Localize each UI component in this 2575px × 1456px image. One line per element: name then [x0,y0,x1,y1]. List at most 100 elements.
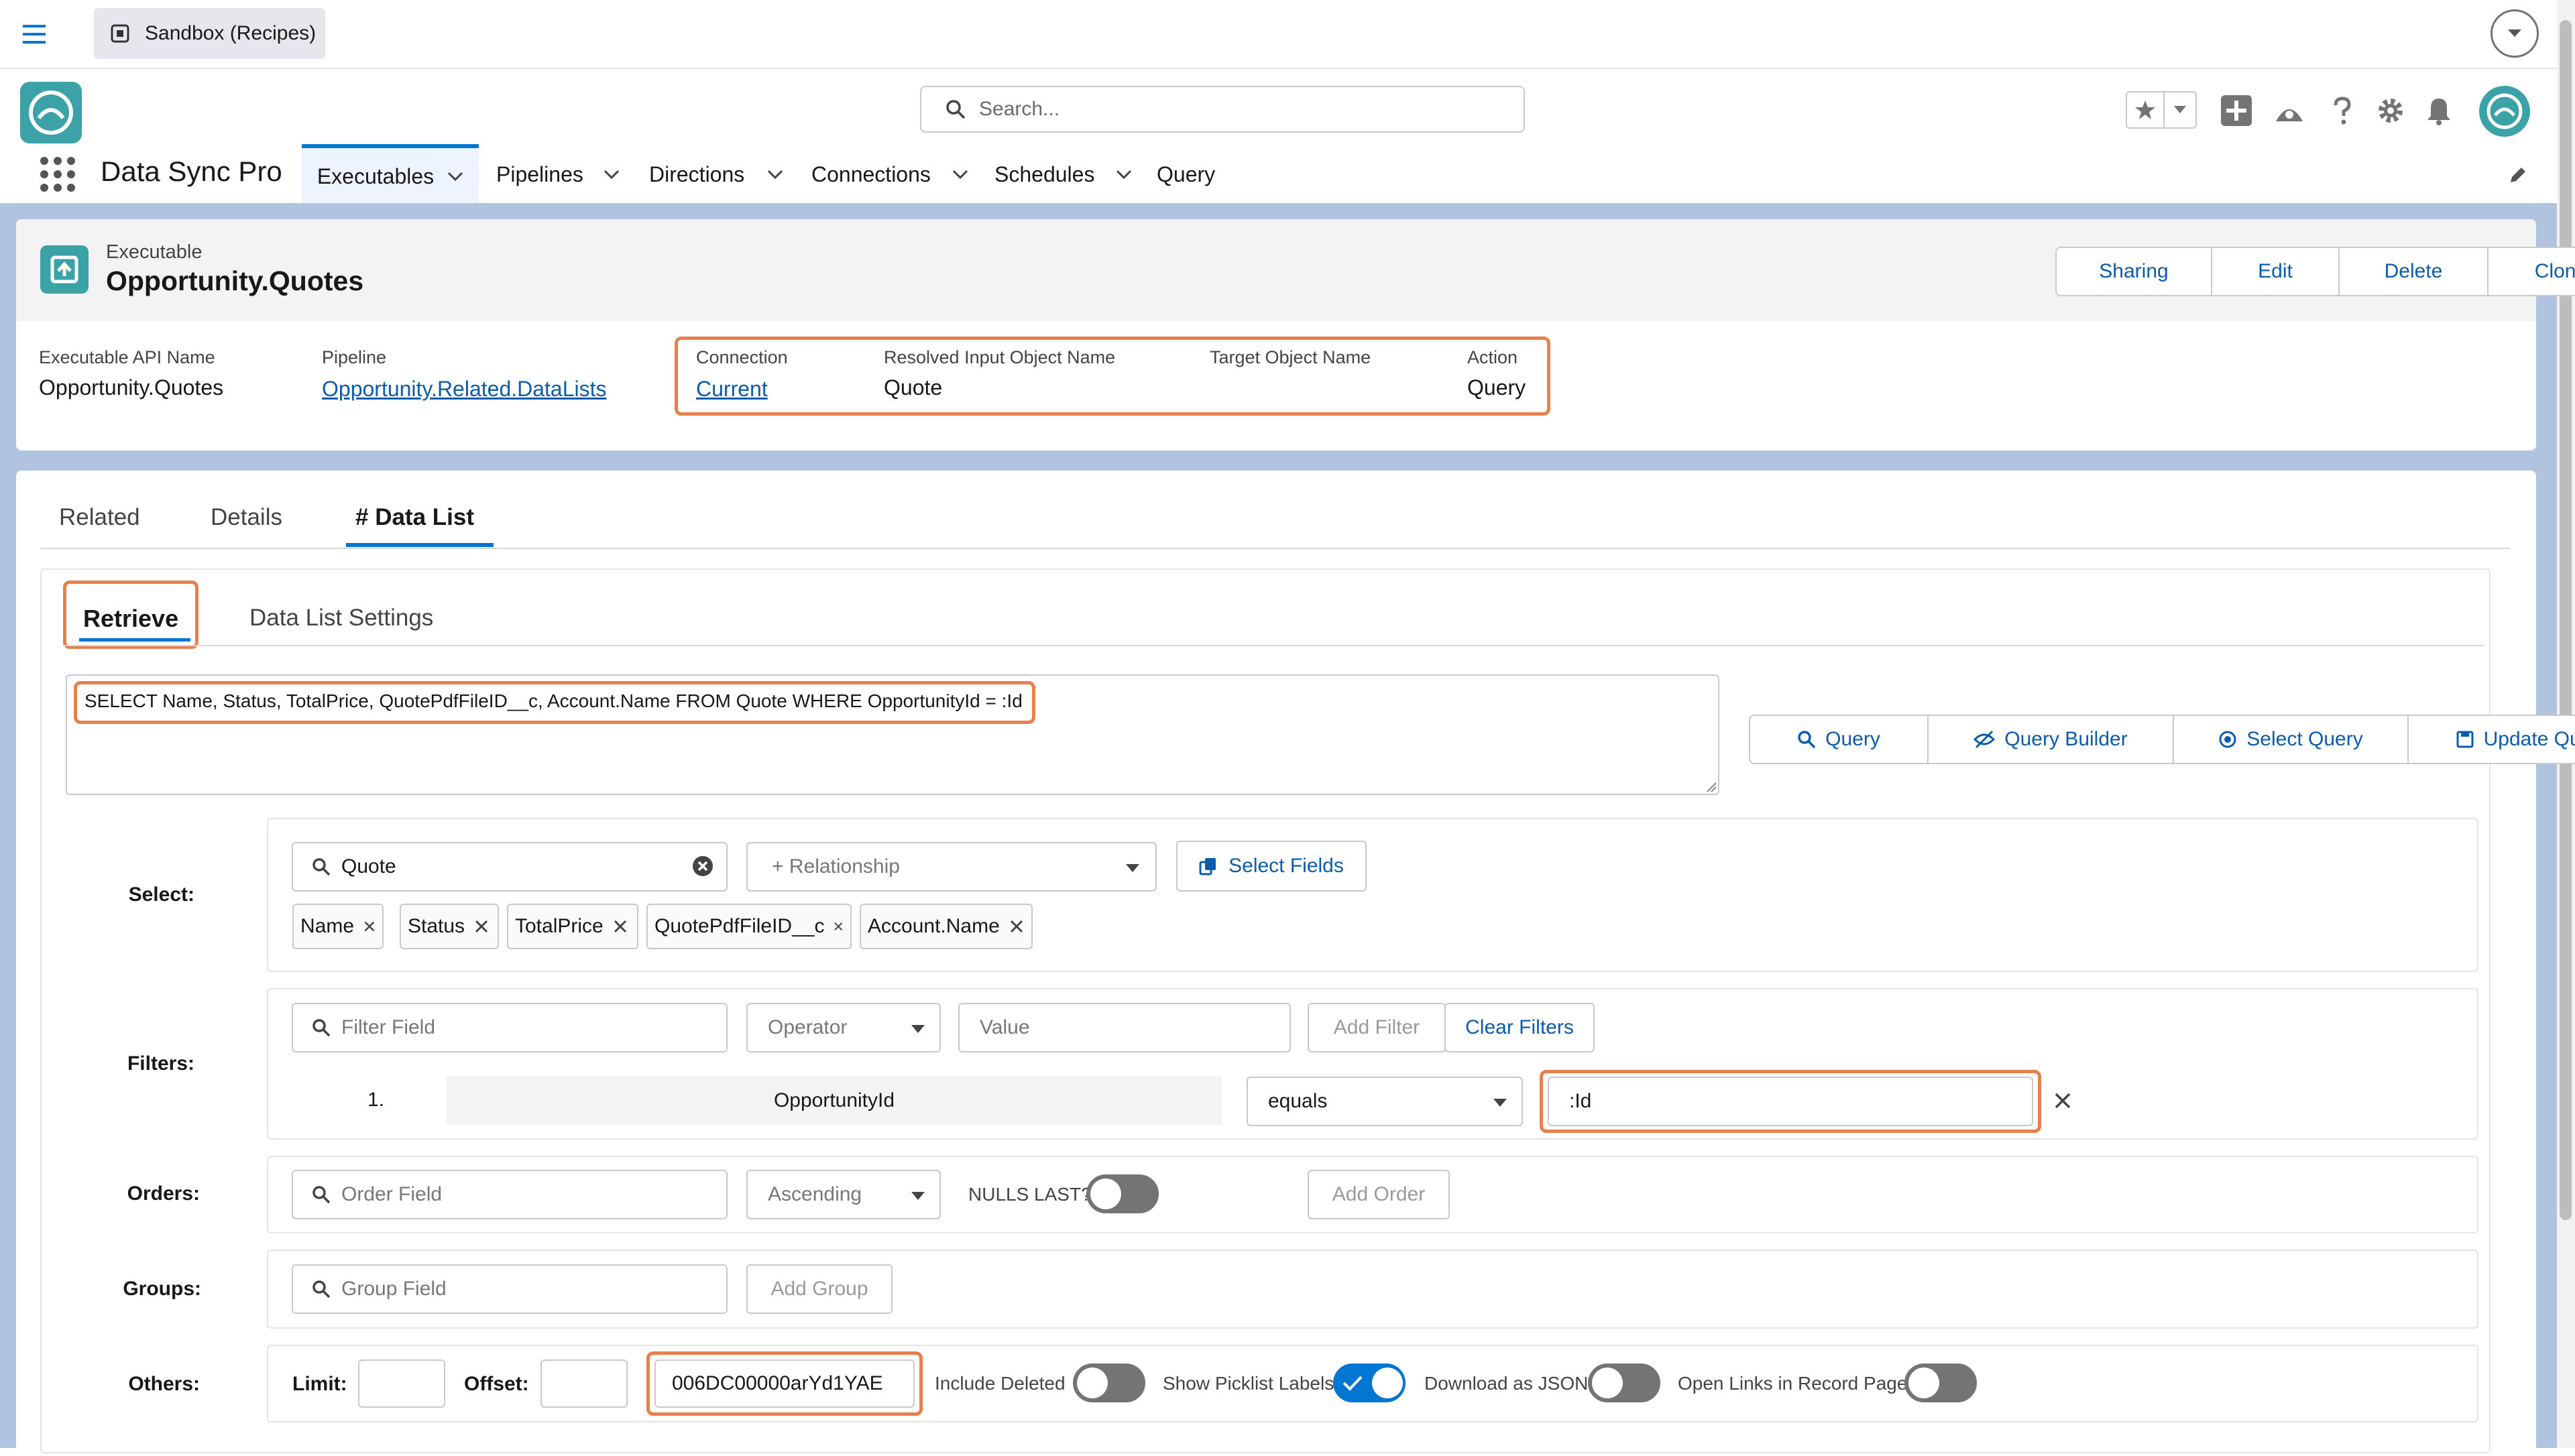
gear-icon[interactable] [2374,94,2407,127]
limit-label: Limit: [292,1373,347,1395]
field-label-api-name: Executable API Name [39,347,215,367]
filter-field-input[interactable]: Filter Field [292,1003,728,1052]
show-picklist-labels-toggle[interactable] [1333,1363,1406,1402]
order-direction-select[interactable]: Ascending [746,1170,941,1219]
chevron-down-icon[interactable] [767,170,783,179]
field-label-target-object: Target Object Name [1210,347,1371,367]
chevron-down-icon[interactable] [604,170,620,179]
tab-active-indicator [346,543,494,547]
field-value-resolved-input: Quote [884,375,943,400]
connection-link[interactable]: Current [696,377,768,402]
avatar[interactable] [2479,86,2530,137]
relationship-select[interactable]: + Relationship [746,842,1157,892]
nulls-last-toggle[interactable] [1086,1174,1159,1213]
remove-chip-icon[interactable] [1009,919,1024,934]
remove-chip-icon[interactable] [834,919,844,934]
select-fields-button[interactable]: Select Fields [1176,841,1367,892]
save-icon [2456,731,2474,748]
org-tab[interactable]: Sandbox (Recipes) [94,8,325,59]
clear-filters-button[interactable]: Clear Filters [1444,1003,1595,1052]
edit-nav-pencil-icon[interactable] [2507,164,2529,186]
query-text: SELECT Name, Status, TotalPrice, QuotePd… [84,690,1023,711]
query-builder-button[interactable]: Query Builder [1929,716,2174,763]
pipeline-link[interactable]: Opportunity.Related.DataLists [322,377,607,402]
field-value-action: Query [1467,375,1526,400]
search-icon [312,1019,331,1037]
limit-input[interactable] [358,1359,445,1408]
subtab-retrieve[interactable]: Retrieve [83,605,178,633]
filter-row-value-input[interactable]: :Id [1548,1077,2033,1126]
tab-data-list[interactable]: # Data List [355,504,474,531]
record-title: Opportunity.Quotes [106,265,364,296]
include-deleted-label: Include Deleted [935,1373,1066,1394]
object-search-input[interactable]: Quote [292,842,728,892]
query-button[interactable]: Query [1750,716,1929,763]
download-json-toggle[interactable] [1588,1363,1660,1402]
update-query-button[interactable]: Update Query [2409,716,2575,763]
nulls-last-label: NULLS LAST? [968,1184,1092,1205]
filter-value-input[interactable]: Value [958,1003,1291,1052]
chevron-down-icon[interactable] [1116,170,1132,179]
clone-button[interactable]: Clone [2488,248,2575,295]
trailhead-icon[interactable] [2272,94,2307,127]
open-links-toggle[interactable] [1904,1363,1977,1402]
record-id-input[interactable]: 006DC00000arYd1YAE [654,1359,915,1408]
nav-executables[interactable]: Executables [302,144,479,204]
textarea-resize-handle-icon[interactable] [1706,782,1717,792]
nav-directions[interactable]: Directions [649,144,783,204]
offset-input[interactable] [540,1359,628,1408]
hamburger-menu-icon[interactable] [19,19,50,50]
remove-chip-icon[interactable] [474,919,489,934]
app-logo-icon [20,82,82,143]
favorites-button[interactable] [2126,91,2197,129]
top-bar [0,0,2557,69]
scrollbar-thumb[interactable] [2560,20,2572,1220]
tab-related[interactable]: Related [59,504,140,531]
add-filter-button[interactable]: Add Filter [1308,1003,1446,1052]
app-launcher-icon[interactable] [39,156,76,193]
order-field-input[interactable]: Order Field [292,1170,728,1219]
global-dropdown-button[interactable] [2491,9,2539,58]
star-icon[interactable] [2127,93,2165,127]
search-icon [312,1186,331,1204]
nav-connections[interactable]: Connections [811,144,968,204]
filters-row-label: Filters: [127,1052,194,1075]
delete-button[interactable]: Delete [2340,248,2488,295]
search-icon [312,1280,331,1298]
chevron-down-icon [1126,864,1139,872]
add-order-button[interactable]: Add Order [1308,1170,1450,1219]
subtab-data-list-settings[interactable]: Data List Settings [249,605,433,631]
relationship-placeholder: + Relationship [772,855,900,877]
remove-chip-icon[interactable] [613,919,628,934]
chevron-down-icon[interactable] [952,170,968,179]
nav-pipelines[interactable]: Pipelines [496,144,620,204]
check-icon [1342,1376,1363,1391]
nav-schedules[interactable]: Schedules [994,144,1132,204]
include-deleted-toggle[interactable] [1073,1363,1145,1402]
remove-chip-icon[interactable] [363,919,376,934]
group-field-input[interactable]: Group Field [292,1264,728,1314]
add-group-button[interactable]: Add Group [746,1264,893,1314]
search-icon [946,99,966,119]
filter-row-operator-select[interactable]: equals [1247,1077,1523,1126]
edit-button[interactable]: Edit [2212,248,2340,295]
favorites-dropdown-icon[interactable] [2165,93,2195,127]
filter-row-field: OpportunityId [447,1077,1222,1125]
show-picklist-labels-label: Show Picklist Labels [1163,1373,1334,1394]
clear-search-icon[interactable] [691,854,715,878]
nav-query[interactable]: Query [1157,144,1215,204]
global-search-input[interactable]: Search... [920,86,1525,133]
sharing-button[interactable]: Sharing [2057,248,2212,295]
help-icon[interactable] [2326,94,2359,127]
tab-details[interactable]: Details [211,504,282,531]
add-icon[interactable] [2220,94,2253,127]
nav-pipelines-label: Pipelines [496,162,583,186]
select-query-button[interactable]: Select Query [2174,716,2409,763]
others-row-label: Others: [128,1373,200,1395]
chevron-down-icon[interactable] [447,172,463,181]
operator-select[interactable]: Operator [746,1003,941,1052]
field-chip: Name [292,904,384,949]
remove-filter-icon[interactable] [2052,1090,2073,1111]
bell-icon[interactable] [2422,94,2456,127]
field-label-resolved-input: Resolved Input Object Name [884,347,1116,367]
